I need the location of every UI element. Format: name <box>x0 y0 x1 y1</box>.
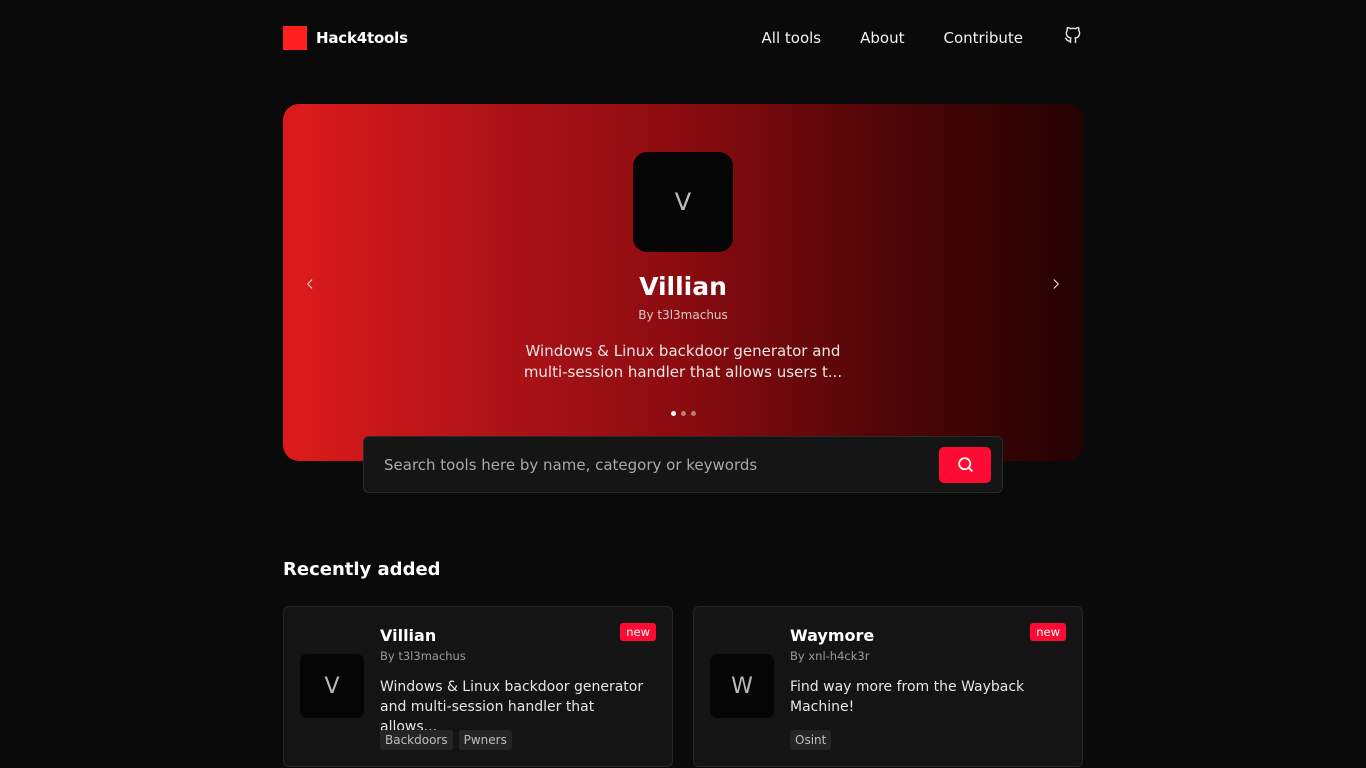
tool-description: Find way more from the Wayback Machine! <box>790 679 1025 715</box>
carousel-dots <box>283 411 1083 416</box>
main-nav: All tools About Contribute <box>723 26 1083 47</box>
search-icon <box>957 457 973 472</box>
brand-logo-icon <box>283 26 307 50</box>
tool-tags: Osint <box>790 730 832 750</box>
tool-avatar: W <box>710 654 774 718</box>
recent-tools-list: V Villian By t3l3machus Windows & Linux … <box>283 606 1083 767</box>
site-header: Hack4tools All tools About Contribute <box>283 18 1083 58</box>
featured-carousel: V Villian By t3l3machus Windows & Linux … <box>283 104 1083 461</box>
tool-description: Windows & Linux backdoor generator and m… <box>380 679 644 735</box>
nav-contribute[interactable]: Contribute <box>943 29 1023 47</box>
search-input[interactable] <box>364 437 939 492</box>
tool-avatar: V <box>300 654 364 718</box>
featured-tool-description: Windows & Linux backdoor generator and m… <box>523 342 843 381</box>
recently-added-heading: Recently added <box>283 559 441 580</box>
tool-card-villian[interactable]: V Villian By t3l3machus Windows & Linux … <box>283 606 673 767</box>
brand-name: Hack4tools <box>316 29 408 47</box>
tool-author: By t3l3machus <box>380 649 466 663</box>
chevron-right-icon[interactable] <box>1046 274 1066 294</box>
tag-backdoors[interactable]: Backdoors <box>380 730 453 750</box>
featured-tool-avatar: V <box>633 152 733 252</box>
tool-author: By xnl-h4ck3r <box>790 649 870 663</box>
featured-tool-title[interactable]: Villian <box>283 272 1083 301</box>
nav-about[interactable]: About <box>860 29 904 47</box>
brand-link[interactable]: Hack4tools <box>283 26 408 50</box>
search-bar <box>363 436 1003 493</box>
tool-card-waymore[interactable]: W Waymore By xnl-h4ck3r Find way more fr… <box>693 606 1083 767</box>
github-icon[interactable] <box>1063 25 1083 45</box>
carousel-dot-3[interactable] <box>690 411 696 416</box>
featured-tool-author: By t3l3machus <box>638 308 728 322</box>
chevron-left-icon[interactable] <box>300 274 320 294</box>
tool-title[interactable]: Villian <box>380 626 436 645</box>
new-badge: new <box>620 623 656 641</box>
nav-all-tools[interactable]: All tools <box>762 29 822 47</box>
tag-pwners[interactable]: Pwners <box>458 730 512 750</box>
tag-osint[interactable]: Osint <box>790 730 832 750</box>
tool-tags: Backdoors Pwners <box>380 730 512 750</box>
search-button[interactable] <box>939 446 991 483</box>
carousel-dot-1[interactable] <box>670 411 676 416</box>
tool-title[interactable]: Waymore <box>790 626 874 645</box>
carousel-dot-2[interactable] <box>680 411 686 416</box>
new-badge: new <box>1030 623 1066 641</box>
